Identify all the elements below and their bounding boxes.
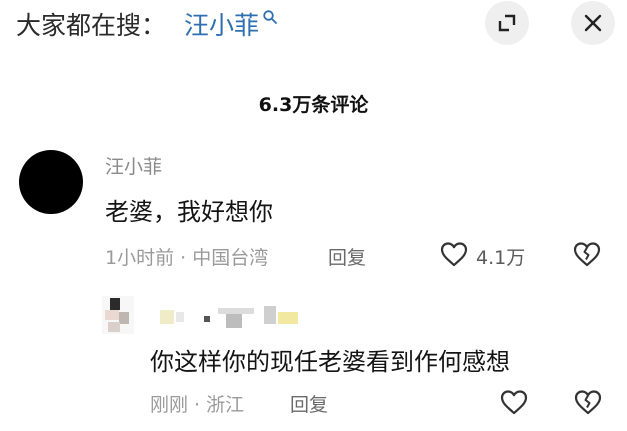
heart-icon[interactable] [439, 240, 469, 268]
comment-count-heading: 6.3万条评论 [258, 94, 369, 116]
reply-comment-meta: 刚刚 · 浙江 [150, 394, 245, 416]
expand-button[interactable] [485, 1, 529, 45]
close-icon [584, 14, 602, 32]
reply-comment-reply-button[interactable]: 回复 [290, 390, 328, 417]
reply-avatar[interactable] [102, 296, 134, 334]
search-term-link[interactable]: 汪小菲 [184, 6, 259, 42]
broken-heart-icon[interactable] [572, 240, 602, 268]
comment-meta: 1小时前 · 中国台湾 [105, 247, 269, 269]
reply-button[interactable]: 回复 [328, 243, 366, 270]
broken-heart-icon[interactable] [573, 388, 603, 416]
search-icon[interactable] [262, 9, 278, 25]
expand-icon [498, 14, 516, 32]
comment-username[interactable]: 汪小菲 [105, 152, 162, 179]
like-count: 4.1万 [476, 247, 526, 269]
heart-icon[interactable] [499, 388, 529, 416]
close-button[interactable] [571, 1, 615, 45]
avatar[interactable] [19, 150, 83, 214]
comment-text: 老婆，我好想你 [105, 198, 273, 226]
search-prefix-label: 大家都在搜： [16, 11, 167, 40]
reply-username-pixelated[interactable] [160, 306, 305, 328]
reply-comment-text: 你这样你的现任老婆看到作何感想 [150, 348, 510, 376]
